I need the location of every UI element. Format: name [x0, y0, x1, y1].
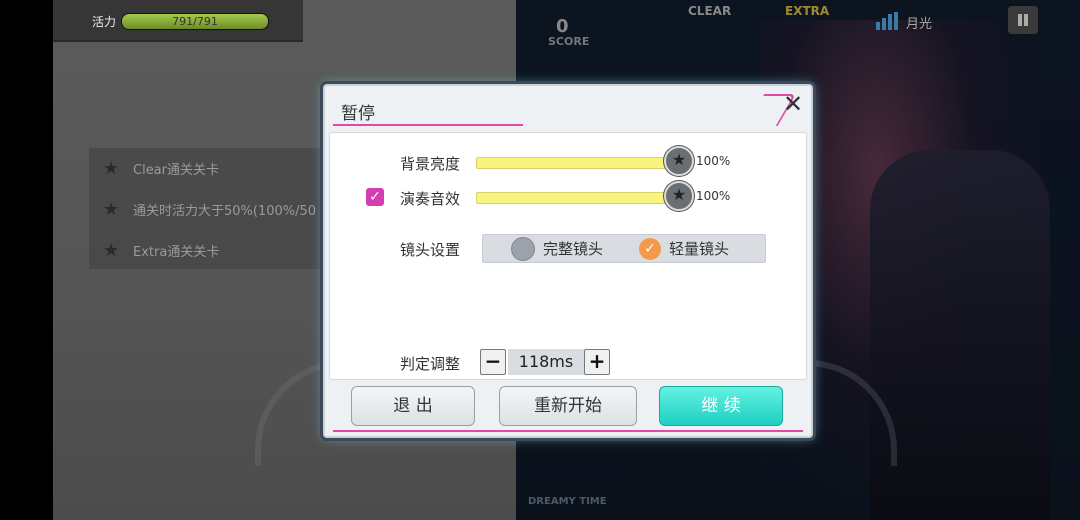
pause-button[interactable]	[1008, 6, 1038, 34]
judgement-minus-button[interactable]: −	[480, 349, 506, 375]
star-icon: ★	[103, 199, 120, 219]
judgement-label: 判定调整	[400, 355, 461, 373]
camera-option-light-label: 轻量镜头	[669, 240, 730, 258]
sound-effect-value: 100%	[696, 189, 731, 203]
camera-option-light[interactable]: ✓ 轻量镜头	[639, 236, 729, 261]
camera-option-full[interactable]: 完整镜头	[511, 236, 603, 261]
close-icon[interactable]: ✕	[781, 92, 805, 116]
exit-button[interactable]: 退 出	[351, 386, 475, 426]
hp-value: 791/791	[172, 15, 218, 28]
star-icon: ★	[103, 157, 120, 179]
sound-effect-knob-star-icon[interactable]: ★	[664, 181, 694, 211]
score-label: SCORE	[548, 35, 590, 48]
camera-options: 完整镜头 ✓ 轻量镜头	[482, 234, 766, 263]
mission-item: ★ Extra通关关卡	[103, 239, 220, 261]
sound-effect-checkbox[interactable]: ✓	[366, 188, 384, 206]
sound-effect-slider[interactable]	[476, 192, 678, 204]
clear-label: CLEAR	[688, 4, 732, 18]
dialog-header: 暂停 ✕	[325, 86, 811, 126]
bg-brightness-slider[interactable]	[476, 157, 678, 169]
radio-unselected-icon	[511, 236, 535, 261]
judgement-value: 118ms	[508, 349, 584, 375]
star-icon: ★	[103, 239, 120, 261]
sound-effect-label: 演奏音效	[400, 190, 461, 208]
character-art-body	[870, 150, 1050, 520]
dialog-title: 暂停	[341, 104, 375, 124]
mission-item: ★ 通关时活力大于50%(100%/50	[103, 199, 349, 219]
mission-list: ★ Clear通关关卡 ★ 通关时活力大于50%(100%/50 ★ Extra…	[89, 148, 349, 269]
bg-brightness-label: 背景亮度	[400, 155, 461, 173]
title-underline	[333, 124, 523, 126]
hp-bar: 791/791	[121, 13, 269, 30]
signal-bars-icon	[876, 12, 898, 30]
judgement-plus-button[interactable]: +	[584, 349, 610, 375]
song-title: 月光	[906, 17, 933, 32]
settings-panel: 背景亮度 ★ 100% ✓ 演奏音效 ★ 100% 镜头设置 完整镜头 ✓ 轻量…	[329, 132, 807, 380]
mission-text: Clear通关关卡	[133, 162, 219, 178]
mission-text: 通关时活力大于50%(100%/50	[133, 203, 317, 219]
pause-dialog: 暂停 ✕ 背景亮度 ★ 100% ✓ 演奏音效 ★ 100% 镜头设置 完整镜头…	[323, 84, 813, 438]
restart-button[interactable]: 重新开始	[499, 386, 637, 426]
radio-checked-icon: ✓	[639, 237, 661, 260]
hp-label: 活力	[92, 15, 117, 29]
dialog-bottom-line	[333, 430, 803, 432]
camera-option-full-label: 完整镜头	[543, 240, 604, 258]
continue-button[interactable]: 继 续	[659, 386, 783, 426]
camera-label: 镜头设置	[400, 241, 461, 259]
bg-brightness-value: 100%	[696, 154, 731, 168]
extra-label: EXTRA	[785, 4, 830, 18]
score-value: 0	[556, 16, 569, 37]
mission-item: ★ Clear通关关卡	[103, 157, 219, 179]
footer-logo: DREAMY TIME	[528, 496, 607, 507]
mission-text: Extra通关关卡	[133, 244, 220, 260]
bg-brightness-knob-star-icon[interactable]: ★	[664, 146, 694, 176]
